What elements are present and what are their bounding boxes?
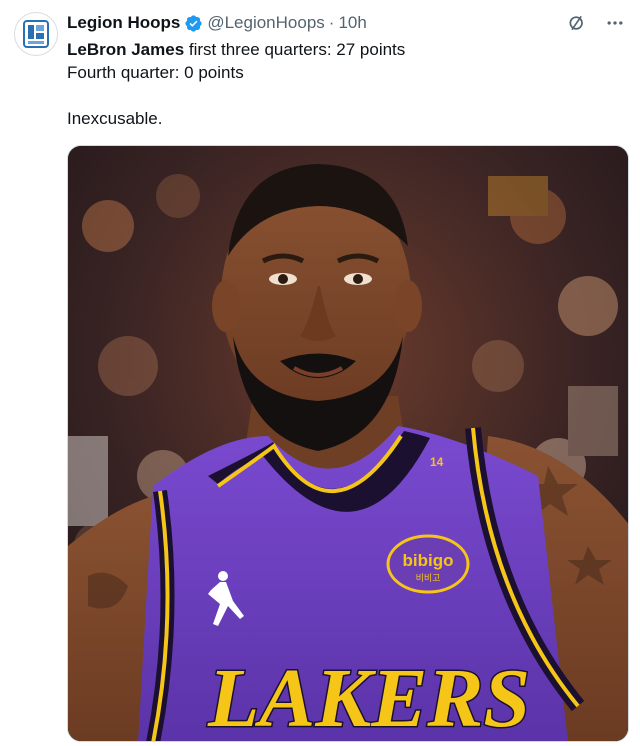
legion-hoops-logo: [23, 20, 49, 48]
tweet-line-2: Fourth quarter: 0 points: [67, 63, 244, 82]
user-handle[interactable]: @LegionHoops: [207, 13, 324, 33]
tweet-card: Legion Hoops @LegionHoops · 10h LeBron J…: [0, 0, 640, 746]
jersey-wordmark: LAKERS: [207, 652, 530, 742]
bibigo-patch: bibigo 비비고: [386, 534, 470, 594]
tweet-header: Legion Hoops @LegionHoops · 10h: [67, 12, 367, 34]
tweet-line-1-rest: first three quarters: 27 points: [184, 40, 406, 59]
patch-subtext: 비비고: [416, 573, 441, 584]
tweet-line-1: LeBron James first three quarters: 27 po…: [67, 38, 607, 61]
header-actions: [566, 12, 626, 34]
more-icon[interactable]: [604, 12, 626, 34]
avatar[interactable]: [14, 12, 58, 56]
patch-text: bibigo: [403, 551, 454, 570]
display-name[interactable]: Legion Hoops: [67, 13, 180, 33]
grok-icon[interactable]: [566, 12, 588, 34]
jersey-small-number: 14: [430, 455, 444, 469]
timestamp[interactable]: 10h: [338, 13, 366, 33]
tweet-text: LeBron James first three quarters: 27 po…: [67, 38, 607, 130]
separator-dot: ·: [328, 13, 335, 32]
tweet-bold-name: LeBron James: [67, 40, 185, 59]
lebron-photo-illustration: 14 bibigo 비비고 LAKERS: [68, 146, 628, 742]
verified-badge-icon: [184, 14, 203, 33]
tweet-photo[interactable]: 14 bibigo 비비고 LAKERS: [67, 145, 629, 742]
tweet-line-3: Inexcusable.: [67, 109, 163, 128]
